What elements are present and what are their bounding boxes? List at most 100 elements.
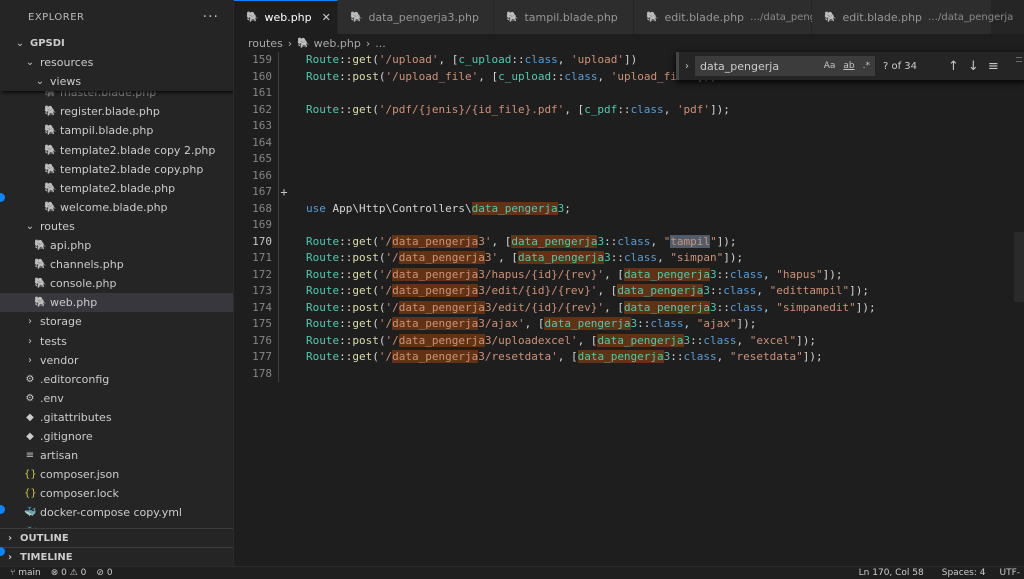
project-root[interactable]: ⌄ GPSDI xyxy=(0,34,233,53)
tree-item[interactable]: ⌄ views xyxy=(0,72,233,92)
line-number: 172 xyxy=(252,267,272,281)
tree-item[interactable]: 🐘 template2.blade copy 2.php xyxy=(0,141,233,160)
tree-item[interactable]: {} composer.lock xyxy=(0,484,233,503)
tree-item[interactable]: 🐘 api.php xyxy=(0,236,233,255)
tree-item-label: console.php xyxy=(50,277,117,291)
code-line[interactable]: 173 Route::get('/data_pengerja3/edit/{id}… xyxy=(234,283,1024,300)
code-line[interactable]: 165 xyxy=(234,151,1024,168)
code-line[interactable]: 177 Route::get('/data_pengerja3/resetdata… xyxy=(234,349,1024,366)
code-line[interactable]: 171 Route::post('/data_pengerja3', [data_… xyxy=(234,250,1024,267)
tree-item[interactable]: ≡ artisan xyxy=(0,446,233,465)
breadcrumb-item[interactable]: routes xyxy=(248,37,283,50)
tree-item[interactable]: ⚙ .env xyxy=(0,389,233,408)
gear-icon: ⚙ xyxy=(25,392,35,404)
select-lines-icon[interactable]: ≡ xyxy=(988,59,999,74)
code-line[interactable]: 167 xyxy=(234,184,1024,201)
git-icon: ◆ xyxy=(26,411,34,423)
tree-item[interactable]: › vendor xyxy=(0,351,233,370)
editor-tab[interactable]: 🐘 web.php ✕ xyxy=(234,0,338,34)
tree-item[interactable]: 🐘 web.php xyxy=(0,293,233,313)
php-file-icon: 🐘 xyxy=(34,297,47,309)
timeline-section[interactable]: › TIMELINE xyxy=(0,547,233,566)
tree-item-label: register.blade.php xyxy=(60,105,160,119)
code-line[interactable]: 169 xyxy=(234,217,1024,234)
match-whole-word-icon[interactable]: ab xyxy=(843,61,854,71)
ports-count: 0 xyxy=(106,568,113,578)
editor-tab[interactable]: 🐘 data_pengerja3.php xyxy=(338,0,494,34)
editor-tab[interactable]: 🐘 edit.blade.php …/data_pengerja3 xyxy=(634,0,842,34)
code-line[interactable]: 175 Route::get('/data_pengerja3/ajax', [d… xyxy=(234,316,1024,333)
tree-item[interactable]: 🐘 console.php xyxy=(0,274,233,293)
code-line[interactable]: 168 use App\Http\Controllers\data_pengerj… xyxy=(234,201,1024,218)
tree-item[interactable]: ◆ .gitattributes xyxy=(0,408,233,427)
indentation[interactable]: Spaces: 4 xyxy=(942,568,986,578)
php-file-icon: 🐘 xyxy=(34,259,47,271)
arrow-up-icon[interactable]: ↑ xyxy=(948,59,959,74)
tree-item[interactable]: 🐘 template2.blade.php xyxy=(0,179,233,198)
tree-item[interactable]: ⚙ .editorconfig xyxy=(0,370,233,389)
arrow-down-icon[interactable]: ↓ xyxy=(968,59,979,74)
find-input[interactable]: data_pengerja Aa ab .* xyxy=(695,56,875,76)
code-line[interactable]: 164 xyxy=(234,135,1024,152)
tree-item[interactable]: 🐘 tampil.blade.php xyxy=(0,121,233,140)
tree-item[interactable]: 🐘 channels.php xyxy=(0,255,233,274)
code-line[interactable]: 176 Route::post('/data_pengerja3/uploadex… xyxy=(234,333,1024,350)
encoding[interactable]: UTF- xyxy=(999,568,1020,578)
problems-indicator[interactable]: ⊗ 0 ⚠ 0 xyxy=(51,568,87,578)
code-line[interactable]: 178 xyxy=(234,366,1024,383)
regex-icon[interactable]: .* xyxy=(863,61,870,71)
tree-item[interactable]: ⌄ resources xyxy=(0,53,233,72)
tree-item[interactable]: 🐘 template2.blade copy.php xyxy=(0,160,233,179)
line-number: 170 xyxy=(252,234,272,248)
code-text: Route::get('/data_pengerja3/hapus/{id}/{… xyxy=(306,267,843,281)
code-line[interactable]: 170 Route::get('/data_pengerja3', [data_p… xyxy=(234,234,1024,251)
close-icon[interactable]: ✕ xyxy=(322,11,331,24)
minimap-slider[interactable] xyxy=(1014,232,1024,302)
code-line[interactable]: 161 xyxy=(234,85,1024,102)
more-actions-icon[interactable]: ··· xyxy=(203,9,219,25)
tree-item[interactable]: ⌄ routes xyxy=(0,217,233,236)
find-input-value: data_pengerja xyxy=(700,59,780,73)
line-number: 159 xyxy=(252,53,272,66)
chevron-down-icon: ⌄ xyxy=(25,57,35,68)
tree-item-label: vendor xyxy=(40,353,79,367)
code-editor[interactable]: + 159 Route::get('/upload', [c_upload::cl… xyxy=(234,52,1024,566)
tab-description: …/data_pengerja xyxy=(928,11,1014,23)
tab-label: edit.blade.php xyxy=(664,10,745,24)
code-line[interactable]: 162 Route::get('/pdf/{jenis}/{id_file}.pd… xyxy=(234,102,1024,119)
code-line[interactable]: 163 xyxy=(234,118,1024,135)
editor-tab[interactable]: 🐘 edit.blade.php …/data_pengerja xyxy=(812,0,1013,34)
match-case-icon[interactable]: Aa xyxy=(824,61,836,71)
blade-file-icon: 🐘 xyxy=(44,201,57,213)
code-line[interactable]: 166 xyxy=(234,168,1024,185)
breadcrumb-item[interactable]: web.php xyxy=(314,37,361,50)
tree-item[interactable]: 🐳 docker-compose copy.yml xyxy=(0,503,233,522)
line-number: 175 xyxy=(252,317,272,330)
timeline-title: TIMELINE xyxy=(20,552,73,563)
tree-item[interactable]: 🐘 register.blade.php xyxy=(0,102,233,121)
tree-item[interactable]: › tests xyxy=(0,332,233,351)
editor-tab[interactable]: 🐘 tampil.blade.php xyxy=(494,0,634,34)
php-file-icon: 🐘 xyxy=(34,240,47,251)
tree-item[interactable]: {} composer.json xyxy=(0,465,233,484)
tree-item[interactable]: › storage xyxy=(0,312,233,331)
find-widget: › data_pengerja Aa ab .* ? of 34 ↑ ↓ ≡ xyxy=(676,52,1024,80)
tree-item-label: .gitignore xyxy=(40,430,93,443)
line-number: 162 xyxy=(252,102,272,116)
minimap[interactable] xyxy=(1014,52,1024,566)
php-file-icon: 🐘 xyxy=(246,12,259,23)
code-line[interactable]: 174 Route::post('/data_pengerja3/edit/{id… xyxy=(234,300,1024,317)
outline-section[interactable]: › OUTLINE xyxy=(0,528,233,548)
minimap-mark xyxy=(1016,61,1022,62)
breadcrumb-item[interactable]: ... xyxy=(375,37,386,50)
tree-item[interactable]: ◆ .gitignore xyxy=(0,427,233,446)
code-line[interactable]: 172 Route::get('/data_pengerja3/hapus/{id… xyxy=(234,267,1024,284)
tree-item-label: template2.blade copy 2.php xyxy=(60,143,216,157)
outline-title: OUTLINE xyxy=(20,533,69,544)
tree-item[interactable]: 🐘 welcome.blade.php xyxy=(0,198,233,217)
cursor-position[interactable]: Ln 170, Col 58 xyxy=(859,568,924,578)
chevron-right-icon: › xyxy=(7,552,13,563)
source-control-branch[interactable]: ⑂ main xyxy=(10,568,41,578)
ports-indicator[interactable]: ⊘ 0 xyxy=(96,568,112,578)
chevron-right-icon[interactable]: › xyxy=(679,61,695,72)
